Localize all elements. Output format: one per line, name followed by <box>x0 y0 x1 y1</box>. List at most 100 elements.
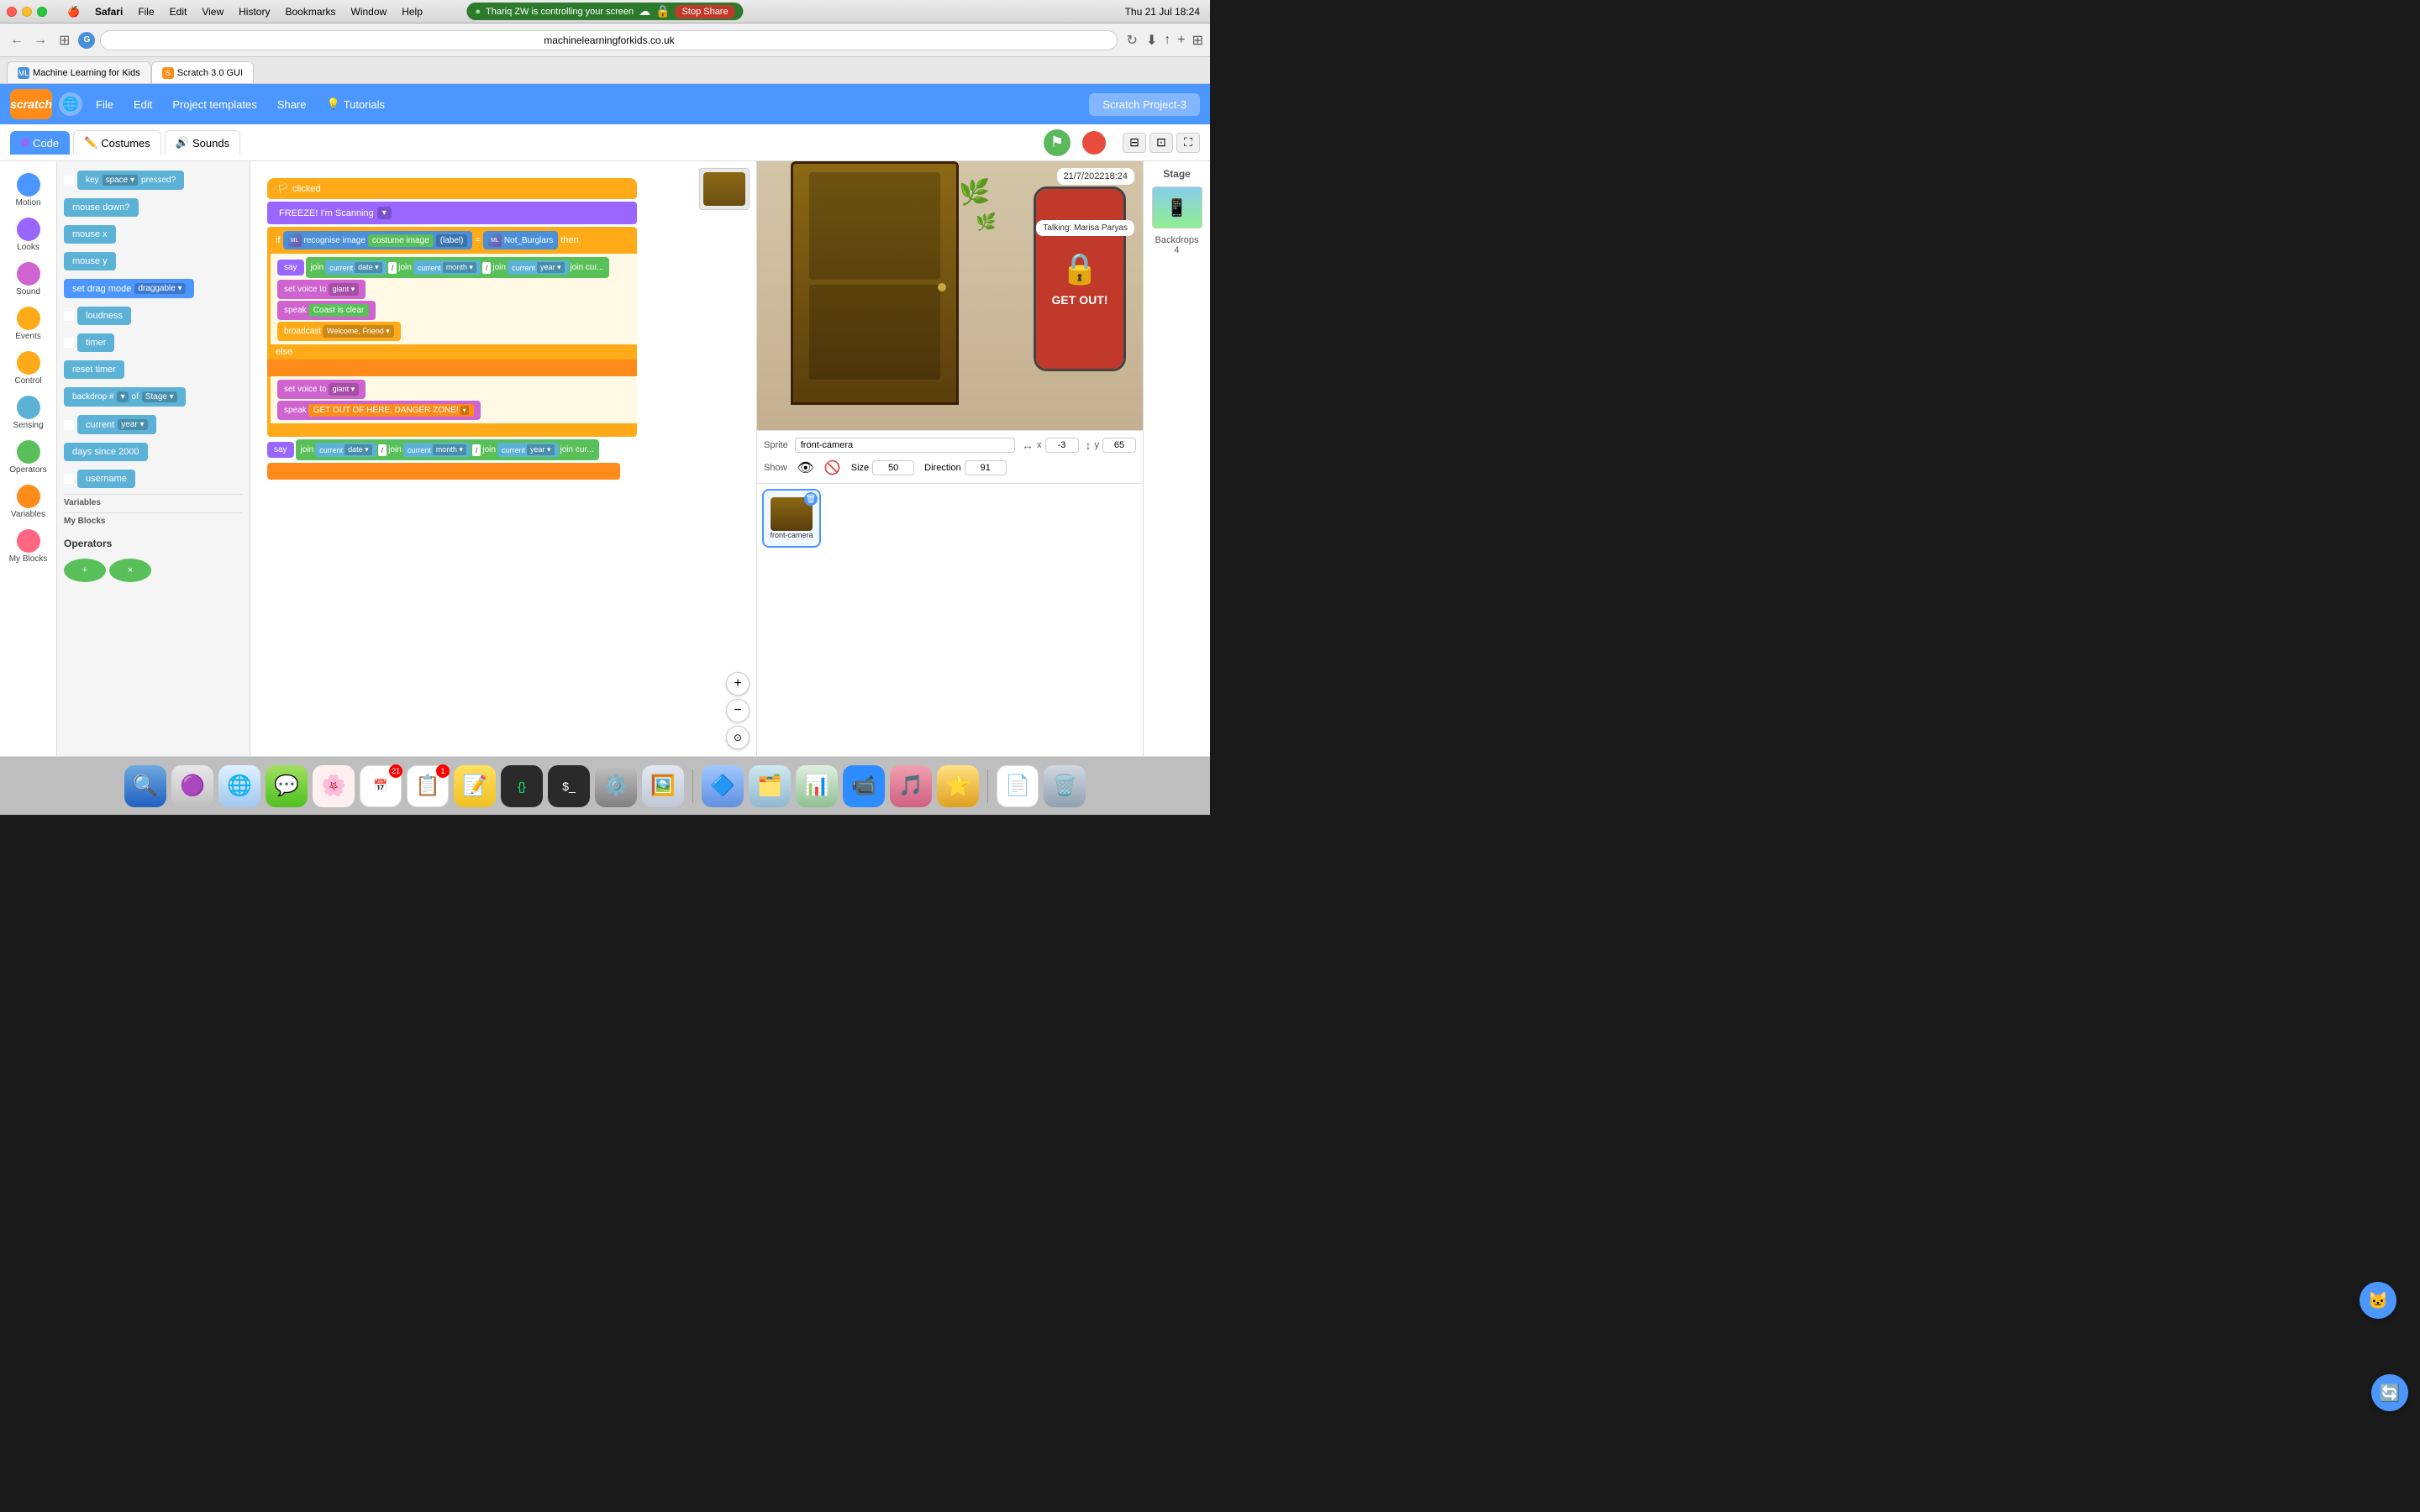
not-burglars-block[interactable]: ML Not_Burglars <box>483 231 558 249</box>
broadcast-block[interactable]: broadcast Welcome, Friend ▾ <box>277 322 401 341</box>
set-voice-block-1[interactable]: set voice to giant ▾ <box>277 280 366 299</box>
globe-icon[interactable]: 🌐 <box>59 92 82 116</box>
tab-costumes[interactable]: ✏️ Costumes <box>73 130 161 155</box>
block-set-drag[interactable]: set drag mode draggable ▾ <box>64 279 194 298</box>
current-year-block-1[interactable]: current year ▾ <box>508 260 569 275</box>
current-date-block-2[interactable]: current date ▾ <box>315 443 376 457</box>
welcome-friend-dropdown[interactable]: Welcome, Friend ▾ <box>323 325 394 338</box>
sprite-delete-button[interactable]: 🗑 <box>804 492 818 506</box>
category-events[interactable]: Events <box>0 302 56 346</box>
fullscreen-button[interactable]: ⛶ <box>1176 133 1200 153</box>
block-mouse-down[interactable]: mouse down? <box>64 198 139 217</box>
fit-button[interactable]: ⊙ <box>726 726 750 749</box>
block-reset-timer[interactable]: reset timer <box>64 360 124 379</box>
stop-button[interactable] <box>1082 131 1106 155</box>
project-name-tab[interactable]: Scratch Project-3 <box>1089 93 1200 116</box>
if-condition-row[interactable]: if ML recognise image costume image (lab… <box>267 227 637 254</box>
dock-plasticity[interactable]: 🔷 <box>702 765 744 807</box>
dock-notes[interactable]: 📝 <box>454 765 496 807</box>
tutorials-btn[interactable]: 💡 Tutorials <box>320 94 392 114</box>
recognise-block[interactable]: ML recognise image costume image (label) <box>283 231 473 249</box>
block-mouse-x[interactable]: mouse x <box>64 225 116 244</box>
block-add[interactable]: + <box>64 559 106 582</box>
current-date-block[interactable]: current date ▾ <box>325 260 387 275</box>
dock-messages[interactable]: 💬 <box>266 765 308 807</box>
dock-launchpad[interactable]: 🟣 <box>171 765 213 807</box>
dock-photos[interactable]: 🌸 <box>313 765 355 807</box>
menu-history[interactable]: History <box>232 4 276 19</box>
menu-window[interactable]: Window <box>345 4 394 19</box>
block-key-pressed[interactable]: key space ▾ pressed? <box>77 171 184 190</box>
show-hidden-button[interactable]: 🚫 <box>824 459 841 476</box>
giant-dropdown-2[interactable]: giant ▾ <box>329 383 360 396</box>
minimize-button[interactable] <box>22 7 32 17</box>
category-control[interactable]: Control <box>0 346 56 391</box>
category-variables[interactable]: Variables <box>0 480 56 524</box>
category-sound[interactable]: Sound <box>0 257 56 302</box>
backdrop-thumbnail[interactable]: 📱 <box>1152 186 1202 228</box>
dock-calendar[interactable]: 📅 21 <box>360 765 402 807</box>
tab-overview-button[interactable]: ⊞ <box>1192 32 1203 49</box>
direction-input[interactable] <box>965 460 1007 475</box>
block-checkbox-1[interactable] <box>64 176 74 186</box>
menu-view[interactable]: View <box>195 4 230 19</box>
project-templates-btn[interactable]: Project templates <box>166 95 263 114</box>
category-looks[interactable]: Looks <box>0 213 56 257</box>
close-button[interactable] <box>7 7 17 17</box>
block-username[interactable]: username <box>77 470 135 488</box>
dock-music[interactable]: 🎵 <box>890 765 932 807</box>
category-operators[interactable]: Operators <box>0 435 56 480</box>
say-block-1[interactable]: say <box>277 260 304 276</box>
category-motion[interactable]: Motion <box>0 168 56 213</box>
menu-safari[interactable]: Safari <box>88 4 129 19</box>
y-input[interactable] <box>1102 438 1136 453</box>
dock-finder2[interactable]: 🗂️ <box>749 765 791 807</box>
block-days-since[interactable]: days since 2000 <box>64 443 148 461</box>
zoom-out-button[interactable]: − <box>726 699 750 722</box>
current-month-block-1[interactable]: current month ▾ <box>413 260 481 275</box>
block-mouse-y[interactable]: mouse y <box>64 252 116 270</box>
dock-activity-monitor[interactable]: 📊 <box>796 765 838 807</box>
split-view-button[interactable]: ⊟ <box>1123 133 1146 153</box>
tab-code[interactable]: Code <box>10 131 70 155</box>
tab-ml4kids[interactable]: ML Machine Learning for Kids <box>7 61 151 83</box>
green-flag-button[interactable]: ⚑ <box>1044 129 1071 156</box>
block-checkbox-3[interactable] <box>64 338 74 348</box>
block-timer[interactable]: timer <box>77 333 114 352</box>
zoom-in-button[interactable]: + <box>726 672 750 696</box>
add-backdrop-fab[interactable]: 🔄 <box>2371 1374 2408 1411</box>
giant-dropdown-1[interactable]: giant ▾ <box>329 283 360 296</box>
menu-edit[interactable]: Edit <box>163 4 194 19</box>
get-out-block[interactable]: speak GET OUT OF HERE, DANGER ZONE! ▾ <box>277 401 481 420</box>
dock-safari[interactable]: 🌐 <box>218 765 260 807</box>
dock-trash[interactable]: 🗑️ <box>1044 765 1086 807</box>
costume-image-input[interactable]: costume image <box>368 234 434 247</box>
show-visible-button[interactable]: 👁 <box>797 459 814 476</box>
dock-system-prefs[interactable]: ⚙️ <box>595 765 637 807</box>
dock-zoom[interactable]: 📹 <box>843 765 885 807</box>
dock-mango5star[interactable]: ⭐ <box>937 765 979 807</box>
block-loudness[interactable]: loudness <box>77 307 131 325</box>
address-bar[interactable] <box>100 30 1118 50</box>
set-voice-block-2[interactable]: set voice to giant ▾ <box>277 380 366 399</box>
freeze-block[interactable]: FREEZE! I'm Scanning ▾ <box>267 202 637 224</box>
block-current-year[interactable]: current year ▾ <box>77 415 156 434</box>
block-multiply[interactable]: × <box>109 559 151 582</box>
menu-file[interactable]: File <box>131 4 160 19</box>
dock-terminal[interactable]: $_ <box>548 765 590 807</box>
forward-button[interactable]: → <box>30 29 50 51</box>
share-btn[interactable]: Share <box>271 95 313 114</box>
edit-menu-btn[interactable]: Edit <box>127 95 159 114</box>
join-block-2[interactable]: join current date ▾ / join current month… <box>296 439 599 460</box>
tab-sounds[interactable]: 🔊 Sounds <box>165 130 240 155</box>
say-block-2[interactable]: say <box>267 442 294 458</box>
get-out-input[interactable]: GET OUT OF HERE, DANGER ZONE! ▾ <box>308 404 474 417</box>
stop-share-button[interactable]: Stop Share <box>676 5 735 18</box>
category-myblocks[interactable]: My Blocks <box>0 524 56 569</box>
tab-scratch[interactable]: S Scratch 3.0 GUI <box>151 61 254 83</box>
join-block-1[interactable]: join current date ▾ / join current month… <box>306 257 609 278</box>
add-sprite-fab[interactable]: 🐱 <box>2360 1282 2396 1319</box>
block-checkbox-username[interactable] <box>64 474 74 484</box>
maximize-button[interactable] <box>37 7 47 17</box>
new-tab-button[interactable]: + <box>1177 33 1185 48</box>
